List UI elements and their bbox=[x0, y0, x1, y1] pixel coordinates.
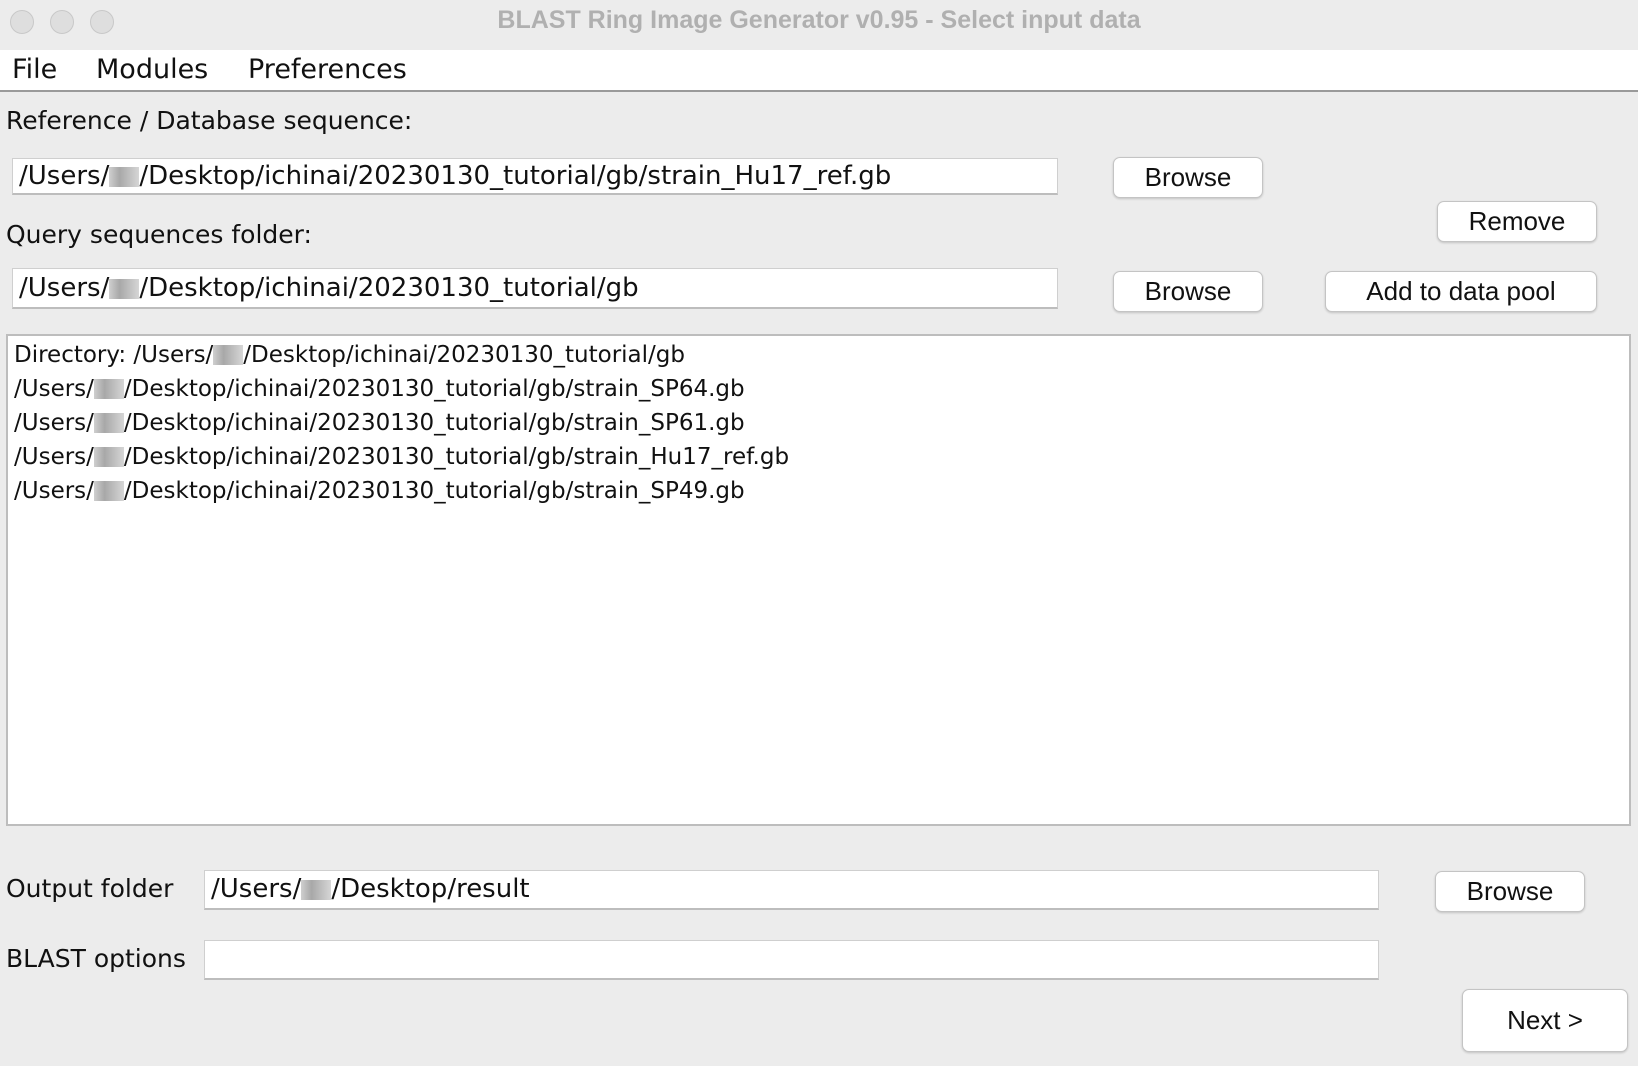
reference-label: Reference / Database sequence: bbox=[6, 106, 413, 135]
reference-path-prefix: /Users/ bbox=[19, 161, 110, 191]
output-browse-button[interactable]: Browse bbox=[1435, 871, 1585, 912]
query-path-suffix: /Desktop/ichinai/20230130_tutorial/gb bbox=[139, 273, 639, 303]
list-item[interactable]: Directory: /Users//Desktop/ichinai/20230… bbox=[14, 342, 685, 368]
reference-path-suffix: /Desktop/ichinai/20230130_tutorial/gb/st… bbox=[139, 161, 892, 191]
add-to-data-pool-button[interactable]: Add to data pool bbox=[1325, 271, 1597, 312]
redacted-username bbox=[93, 379, 124, 399]
query-browse-button[interactable]: Browse bbox=[1113, 271, 1263, 312]
list-item[interactable]: /Users//Desktop/ichinai/20230130_tutoria… bbox=[14, 478, 745, 504]
query-folder-field[interactable]: /Users/ /Desktop/ichinai/20230130_tutoria… bbox=[12, 268, 1058, 309]
output-folder-field[interactable]: /Users/ /Desktop/result bbox=[204, 870, 1379, 910]
remove-button[interactable]: Remove bbox=[1437, 201, 1597, 242]
redacted-username bbox=[109, 279, 140, 299]
redacted-username bbox=[109, 167, 140, 187]
menu-modules[interactable]: Modules bbox=[96, 54, 208, 85]
reference-path-field[interactable]: /Users/ /Desktop/ichinai/20230130_tutoria… bbox=[12, 158, 1058, 195]
output-folder-label: Output folder bbox=[6, 874, 174, 903]
blast-options-label: BLAST options bbox=[6, 944, 186, 973]
next-button[interactable]: Next > bbox=[1462, 989, 1628, 1052]
menu-preferences[interactable]: Preferences bbox=[248, 54, 407, 85]
redacted-username bbox=[213, 345, 244, 365]
menu-file[interactable]: File bbox=[12, 54, 57, 85]
redacted-username bbox=[93, 447, 124, 467]
main-window: BLAST Ring Image Generator v0.95 - Selec… bbox=[0, 0, 1638, 1066]
blast-options-field[interactable] bbox=[204, 940, 1379, 980]
list-item[interactable]: /Users//Desktop/ichinai/20230130_tutoria… bbox=[14, 444, 789, 470]
list-item[interactable]: /Users//Desktop/ichinai/20230130_tutoria… bbox=[14, 376, 745, 402]
reference-browse-button[interactable]: Browse bbox=[1113, 157, 1263, 198]
menu-bar: File Modules Preferences bbox=[0, 50, 1638, 92]
query-path-prefix: /Users/ bbox=[19, 273, 110, 303]
window-title: BLAST Ring Image Generator v0.95 - Selec… bbox=[497, 6, 1141, 34]
list-item[interactable]: /Users//Desktop/ichinai/20230130_tutoria… bbox=[14, 410, 745, 436]
title-bar: BLAST Ring Image Generator v0.95 - Selec… bbox=[0, 0, 1638, 51]
output-path-suffix: /Desktop/result bbox=[331, 874, 530, 904]
redacted-username bbox=[301, 880, 332, 900]
query-folder-label: Query sequences folder: bbox=[6, 220, 312, 249]
output-path-prefix: /Users/ bbox=[211, 874, 302, 904]
redacted-username bbox=[93, 413, 124, 433]
data-pool-list[interactable]: Directory: /Users//Desktop/ichinai/20230… bbox=[6, 334, 1631, 826]
redacted-username bbox=[93, 481, 124, 501]
